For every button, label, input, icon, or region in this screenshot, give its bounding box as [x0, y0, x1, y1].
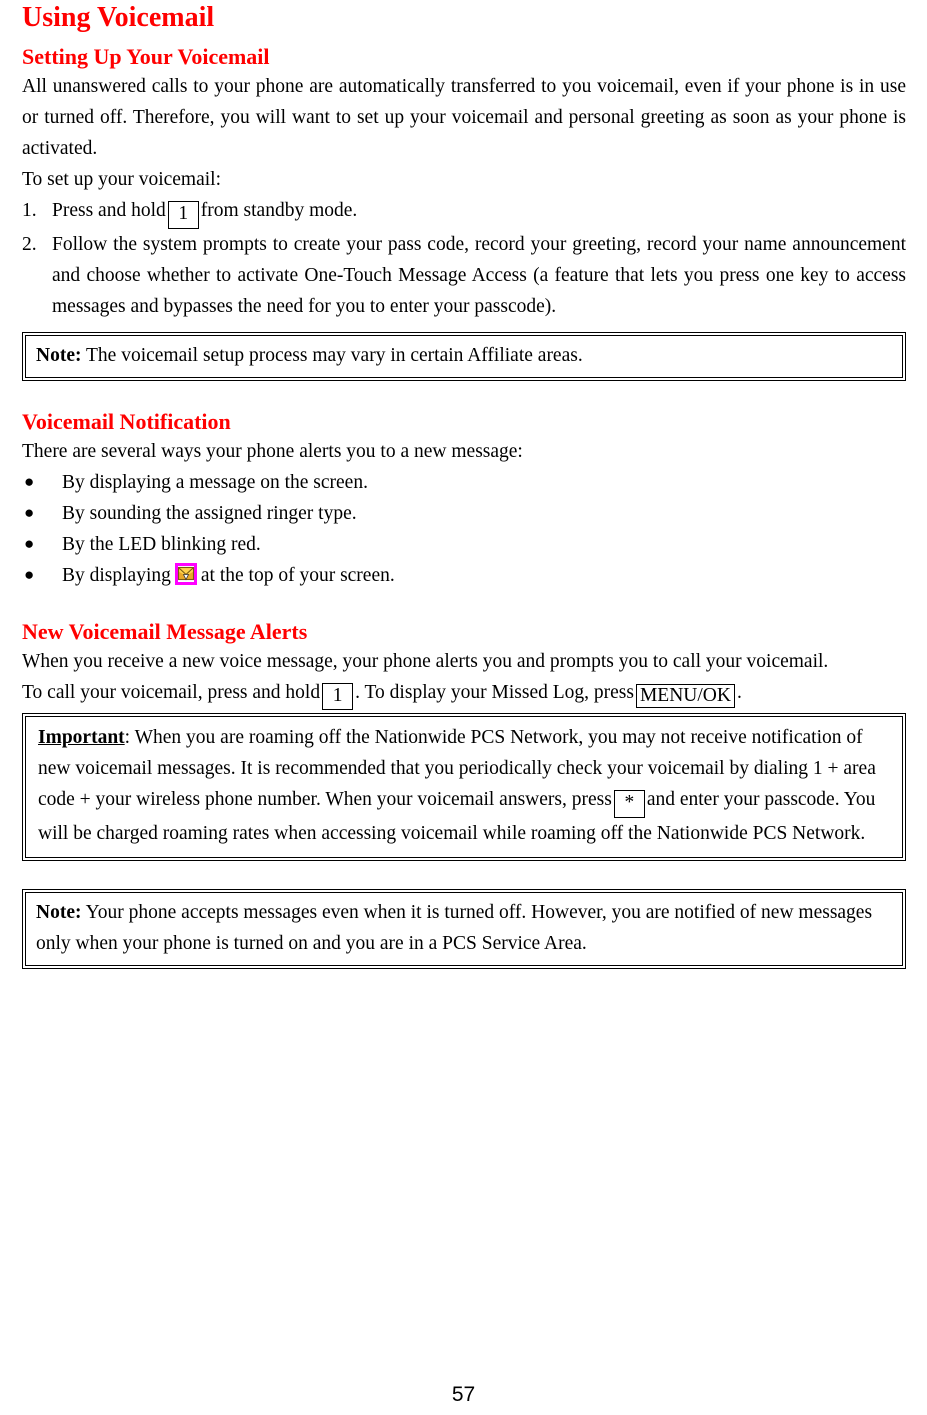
list-item: 2. Follow the system prompts to create yo…	[22, 229, 906, 322]
step-number: 2.	[22, 233, 37, 255]
note-label: Note:	[36, 344, 82, 366]
important-box-inner: Important: When you are roaming off the …	[25, 716, 903, 858]
step-text-before: Press and hold	[52, 200, 166, 221]
note-text: Note: Your phone accepts messages even w…	[36, 897, 892, 959]
list-item: ● By sounding the assigned ringer type.	[22, 498, 906, 529]
bullet-dot-icon: ●	[24, 533, 35, 553]
bullet-text: By the LED blinking red.	[62, 533, 261, 555]
note-box-inner: Note: The voicemail setup process may va…	[25, 334, 903, 378]
bullet-dot-icon: ●	[24, 502, 35, 522]
page-number: 57	[451, 1383, 476, 1406]
envelope-message-icon	[174, 562, 197, 585]
important-box: Important: When you are roaming off the …	[22, 713, 906, 861]
key-1[interactable]: 1	[167, 201, 199, 229]
note-box-inner: Note: Your phone accepts messages even w…	[25, 891, 903, 966]
setup-lead-in: To set up your voicemail:	[22, 169, 222, 190]
notification-bullets-list: ● By displaying a message on the screen. …	[22, 467, 906, 591]
list-item: ● By the LED blinking red.	[22, 529, 906, 560]
key-1[interactable]: 1	[322, 682, 354, 710]
setup-intro-paragraph: All unanswered calls to your phone are a…	[22, 76, 906, 159]
bullet-text-after: at the top of your screen.	[200, 564, 395, 586]
bullet-dot-icon: ●	[24, 471, 35, 491]
alerts-intro: When you receive a new voice message, yo…	[22, 650, 829, 672]
key-star[interactable]: *	[613, 790, 645, 818]
bullet-dot-icon: ●	[24, 564, 35, 584]
note-box-setup: Note: The voicemail setup process may va…	[22, 331, 906, 381]
section-heading-alerts: New Voicemail Message Alerts	[22, 618, 308, 644]
page-title: Using Voicemail	[22, 2, 215, 33]
bullet-text-before: By displaying	[62, 564, 171, 586]
note-text: Note: The voicemail setup process may va…	[36, 340, 892, 371]
call-line-middle: . To display your Missed Log, press	[355, 681, 634, 703]
call-line-after: .	[736, 681, 742, 703]
list-item: ● By displaying at the top of your screen.	[22, 560, 906, 591]
note-body: The voicemail setup process may vary in …	[81, 344, 583, 366]
list-item: ● By displaying a message on the screen.	[22, 467, 906, 498]
page-content: Using Voicemail Setting Up Your Voicemai…	[22, 0, 906, 969]
manual-page: Using Voicemail Setting Up Your Voicemai…	[0, 0, 927, 1415]
note-box-alerts: Note: Your phone accepts messages even w…	[22, 888, 906, 969]
alerts-call-line: To call your voicemail, press and hold 1.…	[22, 677, 906, 710]
notification-intro: There are several ways your phone alerts…	[22, 440, 523, 462]
section-heading-setup: Setting Up Your Voicemail	[22, 44, 270, 69]
step-text: Follow the system prompts to create your…	[52, 233, 906, 317]
note-body: Your phone accepts messages even when it…	[36, 901, 873, 954]
list-item: 1. Press and hold 1 from standby mode.	[22, 195, 906, 229]
key-menu-ok[interactable]: MENU/OK	[635, 683, 735, 708]
setup-steps-list: 1. Press and hold 1 from standby mode. 2. Fo…	[22, 195, 906, 322]
note-label: Note:	[36, 901, 82, 923]
important-label: Important	[38, 727, 125, 748]
section-heading-notification: Voicemail Notification	[22, 408, 231, 434]
bullet-text: By sounding the assigned ringer type.	[62, 502, 357, 524]
step-number: 1.	[22, 200, 37, 221]
important-text: Important: When you are roaming off the …	[38, 722, 890, 849]
bullet-text: By displaying a message on the screen.	[62, 471, 368, 493]
call-line-before: To call your voicemail, press and hold	[22, 681, 321, 703]
step-text-after: from standby mode.	[200, 200, 358, 221]
